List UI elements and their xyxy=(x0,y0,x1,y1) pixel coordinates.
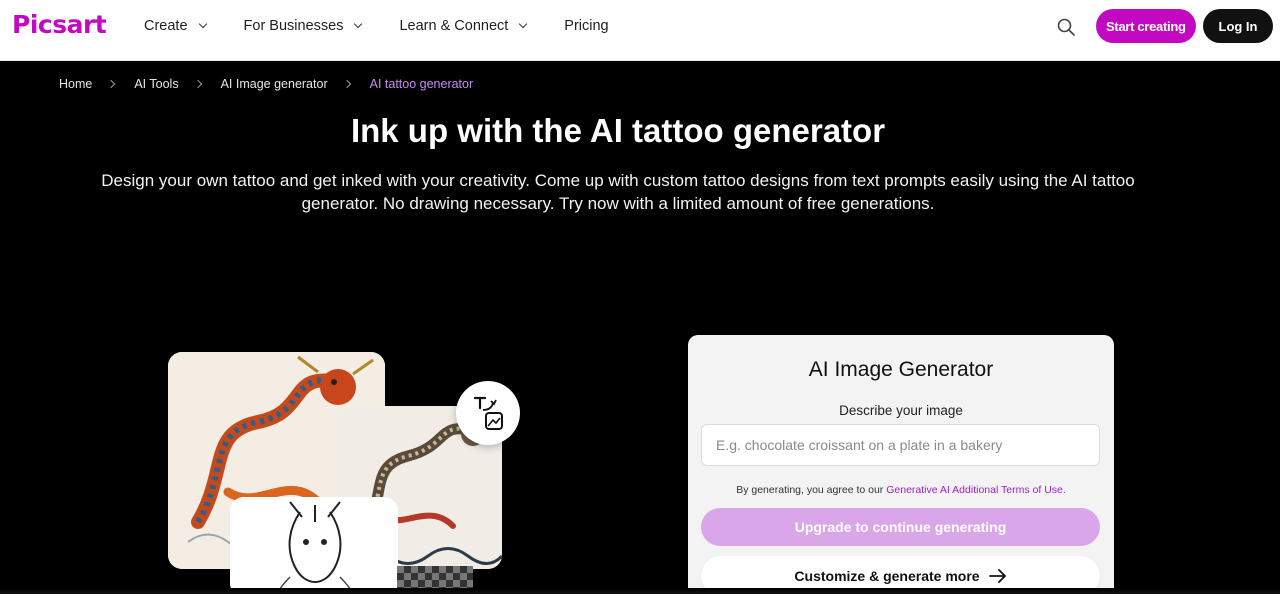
customize-generate-label: Customize & generate more xyxy=(794,568,980,584)
nav-learn-connect-label: Learn & Connect xyxy=(399,18,509,34)
chevron-down-icon xyxy=(519,19,528,29)
nav-for-businesses-label: For Businesses xyxy=(243,18,344,34)
generator-title: AI Image Generator xyxy=(808,358,994,381)
chevron-right-icon xyxy=(342,79,351,89)
terms-prefix: By generating, you agree to our xyxy=(736,484,887,496)
chevron-right-icon xyxy=(193,79,202,89)
chevron-down-icon xyxy=(354,19,363,29)
start-creating-button[interactable]: Start creating xyxy=(1096,9,1196,43)
page-title: Ink up with the AI tattoo generator xyxy=(350,112,886,149)
ai-image-generator-panel: AI Image Generator Describe your image B… xyxy=(688,335,1114,594)
dragon-tattoo-image-sketch xyxy=(230,497,398,594)
nav-pricing[interactable]: Pricing xyxy=(564,18,608,34)
breadcrumb-ai-tattoo-generator: AI tattoo generator xyxy=(369,77,474,91)
picsart-logo[interactable]: Picsart xyxy=(12,10,107,39)
breadcrumb-ai-tools[interactable]: AI Tools xyxy=(134,77,178,91)
nav-create-label: Create xyxy=(144,18,188,34)
arrow-right-icon xyxy=(988,569,1006,583)
chevron-right-icon xyxy=(107,79,116,89)
breadcrumb: Home AI Tools AI Image generator AI tatt… xyxy=(59,77,473,91)
nav-create[interactable]: Create xyxy=(144,18,207,34)
prompt-label: Describe your image xyxy=(839,403,963,418)
terms-link[interactable]: Generative AI Additional Terms of Use. xyxy=(886,484,1066,496)
nav-learn-connect[interactable]: Learn & Connect xyxy=(399,18,528,34)
upgrade-button[interactable]: Upgrade to continue generating xyxy=(701,508,1100,546)
breadcrumb-home[interactable]: Home xyxy=(59,77,92,91)
chevron-down-icon xyxy=(198,19,207,29)
breadcrumb-ai-image-generator[interactable]: AI Image generator xyxy=(221,77,328,91)
terms-notice: By generating, you agree to our Generati… xyxy=(688,484,1114,496)
top-navigation-bar: Picsart Create For Businesses Learn & Co… xyxy=(0,0,1280,61)
nav-pricing-label: Pricing xyxy=(564,18,609,34)
text-to-image-icon xyxy=(456,381,520,445)
page-subtitle: Design your own tattoo and get inked wit… xyxy=(101,171,1135,213)
nav-for-businesses[interactable]: For Businesses xyxy=(243,18,363,34)
log-in-button[interactable]: Log In xyxy=(1203,9,1273,43)
prompt-input[interactable] xyxy=(701,424,1100,466)
search-icon[interactable] xyxy=(1056,17,1076,37)
main-nav: Create For Businesses Learn & Connect Pr… xyxy=(144,0,647,52)
page-bottom-edge xyxy=(0,588,1280,594)
